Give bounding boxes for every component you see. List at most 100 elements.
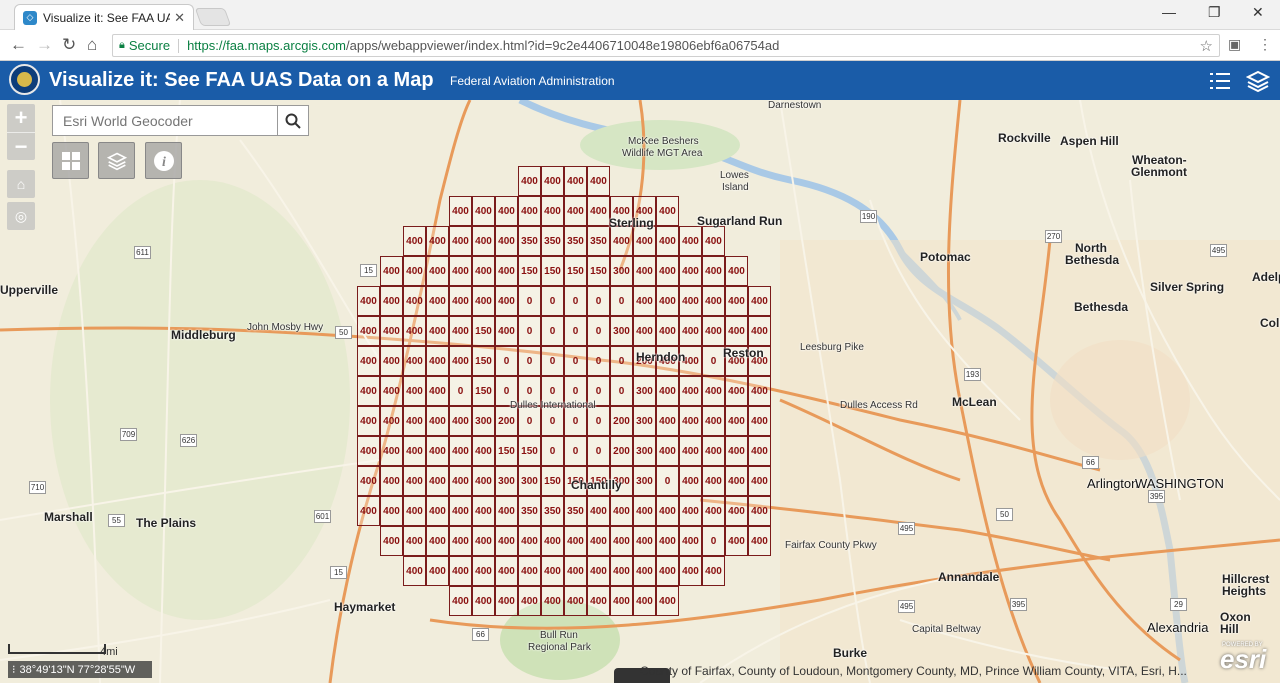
grid-cell[interactable]: 0 <box>564 316 587 346</box>
grid-cell[interactable]: 400 <box>472 436 495 466</box>
grid-cell[interactable]: 400 <box>426 406 449 436</box>
grid-cell[interactable]: 400 <box>748 496 771 526</box>
grid-cell[interactable]: 400 <box>702 376 725 406</box>
grid-cell[interactable]: 300 <box>633 466 656 496</box>
grid-cell[interactable]: 400 <box>380 346 403 376</box>
grid-cell[interactable]: 400 <box>541 166 564 196</box>
grid-cell[interactable]: 400 <box>541 526 564 556</box>
home-icon[interactable]: ⌂ <box>87 35 97 55</box>
grid-cell[interactable]: 0 <box>610 376 633 406</box>
grid-cell[interactable]: 400 <box>656 226 679 256</box>
grid-cell[interactable]: 0 <box>541 346 564 376</box>
grid-cell[interactable]: 400 <box>426 526 449 556</box>
grid-cell[interactable]: 400 <box>403 436 426 466</box>
grid-cell[interactable]: 0 <box>564 346 587 376</box>
legend-list-icon[interactable] <box>1208 69 1232 93</box>
grid-cell[interactable]: 400 <box>541 556 564 586</box>
search-input[interactable] <box>53 106 277 135</box>
grid-cell[interactable]: 400 <box>472 226 495 256</box>
grid-cell[interactable]: 400 <box>564 526 587 556</box>
grid-cell[interactable]: 400 <box>656 256 679 286</box>
grid-cell[interactable]: 400 <box>679 496 702 526</box>
grid-cell[interactable]: 400 <box>426 496 449 526</box>
grid-cell[interactable]: 400 <box>702 556 725 586</box>
tab-close-icon[interactable]: ✕ <box>174 10 185 26</box>
grid-cell[interactable]: 400 <box>748 316 771 346</box>
grid-cell[interactable]: 400 <box>679 226 702 256</box>
grid-cell[interactable]: 0 <box>518 316 541 346</box>
grid-cell[interactable]: 400 <box>403 496 426 526</box>
grid-cell[interactable]: 400 <box>495 556 518 586</box>
grid-cell[interactable]: 400 <box>426 346 449 376</box>
grid-cell[interactable]: 400 <box>656 196 679 226</box>
grid-cell[interactable]: 400 <box>725 376 748 406</box>
grid-cell[interactable]: 400 <box>679 286 702 316</box>
grid-cell[interactable]: 0 <box>518 286 541 316</box>
grid-cell[interactable]: 400 <box>380 406 403 436</box>
grid-cell[interactable]: 400 <box>426 316 449 346</box>
grid-cell[interactable]: 400 <box>702 256 725 286</box>
grid-cell[interactable]: 400 <box>357 376 380 406</box>
grid-cell[interactable]: 400 <box>702 226 725 256</box>
grid-cell[interactable]: 400 <box>426 556 449 586</box>
grid-cell[interactable]: 400 <box>449 526 472 556</box>
grid-cell[interactable]: 400 <box>380 316 403 346</box>
grid-cell[interactable]: 400 <box>725 316 748 346</box>
grid-cell[interactable]: 400 <box>725 256 748 286</box>
grid-cell[interactable]: 0 <box>541 316 564 346</box>
grid-cell[interactable]: 300 <box>610 256 633 286</box>
grid-cell[interactable]: 400 <box>380 526 403 556</box>
grid-cell[interactable]: 400 <box>518 166 541 196</box>
grid-cell[interactable]: 150 <box>518 436 541 466</box>
grid-cell[interactable]: 400 <box>748 436 771 466</box>
grid-cell[interactable]: 400 <box>357 346 380 376</box>
search-button[interactable] <box>277 106 308 135</box>
grid-cell[interactable]: 400 <box>656 286 679 316</box>
grid-cell[interactable]: 400 <box>357 466 380 496</box>
layers-icon[interactable] <box>1246 69 1270 93</box>
grid-cell[interactable]: 400 <box>380 466 403 496</box>
grid-cell[interactable]: 400 <box>472 256 495 286</box>
grid-cell[interactable]: 350 <box>541 226 564 256</box>
back-arrow-icon[interactable]: ← <box>10 35 27 55</box>
grid-cell[interactable]: 400 <box>610 556 633 586</box>
grid-cell[interactable]: 0 <box>564 436 587 466</box>
grid-cell[interactable]: 400 <box>472 466 495 496</box>
grid-cell[interactable]: 0 <box>702 346 725 376</box>
grid-cell[interactable]: 400 <box>702 466 725 496</box>
grid-cell[interactable]: 400 <box>587 196 610 226</box>
grid-cell[interactable]: 400 <box>403 376 426 406</box>
grid-cell[interactable]: 400 <box>564 556 587 586</box>
grid-cell[interactable]: 400 <box>495 496 518 526</box>
grid-cell[interactable]: 150 <box>472 376 495 406</box>
grid-cell[interactable]: 400 <box>610 226 633 256</box>
grid-cell[interactable]: 0 <box>518 346 541 376</box>
grid-cell[interactable]: 400 <box>403 466 426 496</box>
grid-cell[interactable]: 400 <box>725 496 748 526</box>
grid-cell[interactable]: 400 <box>495 316 518 346</box>
grid-cell[interactable]: 0 <box>610 286 633 316</box>
grid-cell[interactable]: 400 <box>679 466 702 496</box>
grid-cell[interactable]: 400 <box>449 226 472 256</box>
grid-cell[interactable]: 350 <box>518 496 541 526</box>
grid-cell[interactable]: 400 <box>725 466 748 496</box>
grid-cell[interactable]: 350 <box>541 496 564 526</box>
grid-cell[interactable]: 400 <box>679 556 702 586</box>
grid-cell[interactable]: 400 <box>633 286 656 316</box>
forward-arrow-icon[interactable]: → <box>36 35 53 55</box>
grid-cell[interactable]: 400 <box>426 226 449 256</box>
grid-cell[interactable]: 400 <box>587 526 610 556</box>
grid-cell[interactable]: 400 <box>380 376 403 406</box>
grid-cell[interactable]: 0 <box>702 526 725 556</box>
grid-cell[interactable]: 400 <box>656 496 679 526</box>
grid-cell[interactable]: 0 <box>587 286 610 316</box>
grid-cell[interactable]: 400 <box>403 256 426 286</box>
grid-cell[interactable]: 0 <box>587 436 610 466</box>
grid-cell[interactable]: 400 <box>472 556 495 586</box>
grid-cell[interactable]: 400 <box>656 586 679 616</box>
address-bar[interactable]: 🔒︎ Secure https://faa.maps.arcgis.com/ap… <box>112 34 1220 57</box>
minimize-icon[interactable]: — <box>1162 4 1176 20</box>
grid-cell[interactable]: 400 <box>518 586 541 616</box>
grid-cell[interactable]: 150 <box>518 256 541 286</box>
reload-icon[interactable]: ↻ <box>62 35 76 55</box>
